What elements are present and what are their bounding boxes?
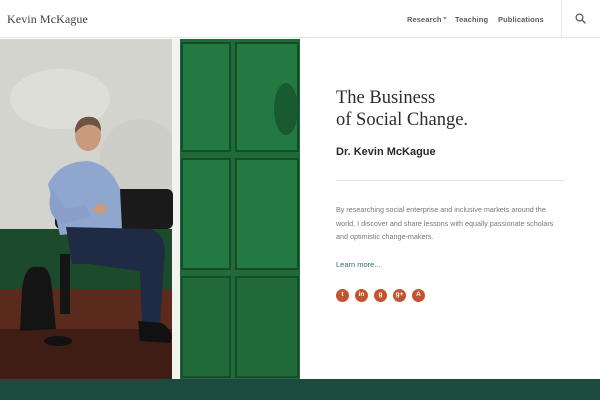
headline-line-2: of Social Change. [336,110,469,130]
googleplus-icon[interactable]: g [374,289,387,302]
social-links: t in g g+ A [336,289,425,302]
headline-line-1: The Business [336,88,436,108]
nav-research[interactable]: Research [407,15,442,24]
chevron-down-icon[interactable] [443,17,447,20]
site-brand[interactable]: Kevin McKague [7,12,88,27]
page-title: The Business of Social Change. [336,87,468,131]
site-header: Kevin McKague Research Teaching Publicat… [0,0,600,38]
hero-photo [0,39,300,379]
author-name: Dr. Kevin McKague [336,146,436,158]
google-scholar-icon[interactable]: g+ [393,289,406,302]
nav-publications[interactable]: Publications [498,15,544,24]
twitter-icon[interactable]: t [336,289,349,302]
hero-panel: The Business of Social Change. Dr. Kevin… [300,39,600,379]
intro-text: By researching social enterprise and inc… [336,205,554,241]
linkedin-icon[interactable]: in [355,289,368,302]
search-icon [575,13,586,24]
nav-teaching[interactable]: Teaching [455,15,488,24]
divider [336,180,564,181]
academia-icon[interactable]: A [412,289,425,302]
learn-more-link[interactable]: Learn more... [336,260,381,269]
search-button[interactable] [562,0,600,38]
footer-band [0,379,600,400]
